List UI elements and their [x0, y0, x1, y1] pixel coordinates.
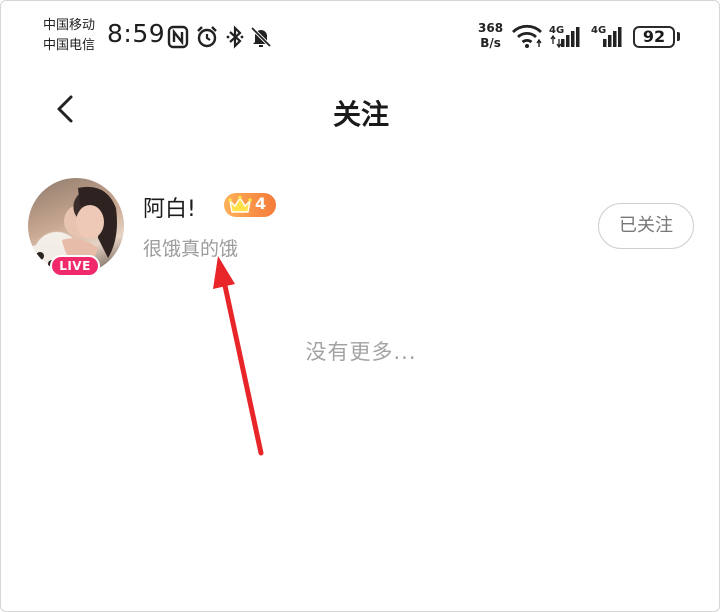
screen: 中国移动 中国电信 8:59 368 B/s 4G 4G 92 关注 LIVE … [0, 0, 720, 612]
annotation-arrow [213, 256, 264, 456]
